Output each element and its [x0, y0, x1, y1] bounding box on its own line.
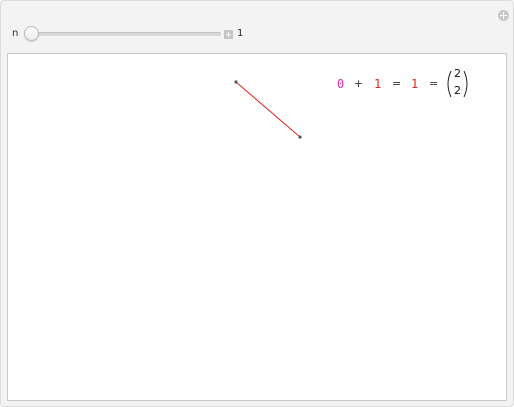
graphics-canvas: 0 + 1 = 1 = 2 2: [7, 53, 507, 401]
equation-term-1: 1: [374, 77, 382, 91]
binomial-left-paren: [447, 70, 452, 98]
binomial-right-paren: [463, 70, 468, 98]
manipulate-panel: n 1 0 + 1 = 1 = 2 2: [0, 0, 514, 407]
slider-label: n: [12, 28, 19, 39]
path-point-start: [234, 80, 238, 84]
path-segment: [235, 81, 301, 138]
equation-term-2: 1: [411, 77, 419, 91]
equation-plus: +: [354, 77, 364, 90]
add-plus-icon[interactable]: [498, 10, 509, 21]
graphics-svg: [234, 70, 468, 139]
binomial-bottom: 2: [454, 84, 461, 97]
binomial-top: 2: [454, 67, 461, 80]
path-point-end: [298, 135, 302, 139]
expand-controls-icon[interactable]: [224, 30, 233, 39]
equation-term-0: 0: [337, 77, 345, 91]
n-slider-thumb[interactable]: [24, 26, 39, 41]
slider-value: 1: [237, 28, 244, 39]
equation-equals-1: =: [392, 77, 402, 90]
equation-equals-2: =: [429, 77, 439, 90]
n-slider-track[interactable]: [25, 32, 221, 36]
